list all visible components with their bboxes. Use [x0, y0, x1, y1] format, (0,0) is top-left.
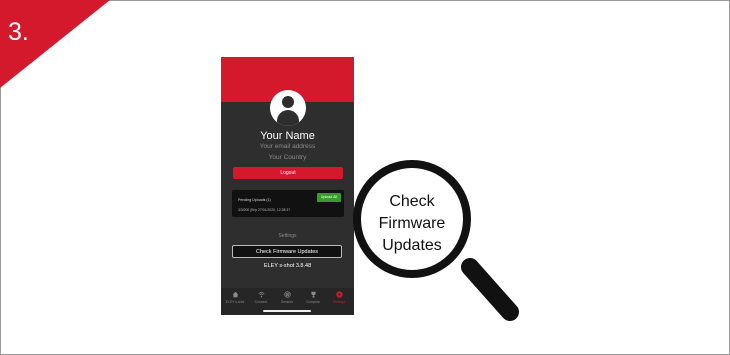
callout-line-2: Firmware — [378, 215, 446, 232]
callout-line-1: Check — [389, 193, 435, 210]
magnifying-glass-icon — [353, 160, 519, 321]
callout-line-3: Updates — [382, 237, 442, 254]
callout-text: Check Firmware Updates — [362, 191, 462, 257]
